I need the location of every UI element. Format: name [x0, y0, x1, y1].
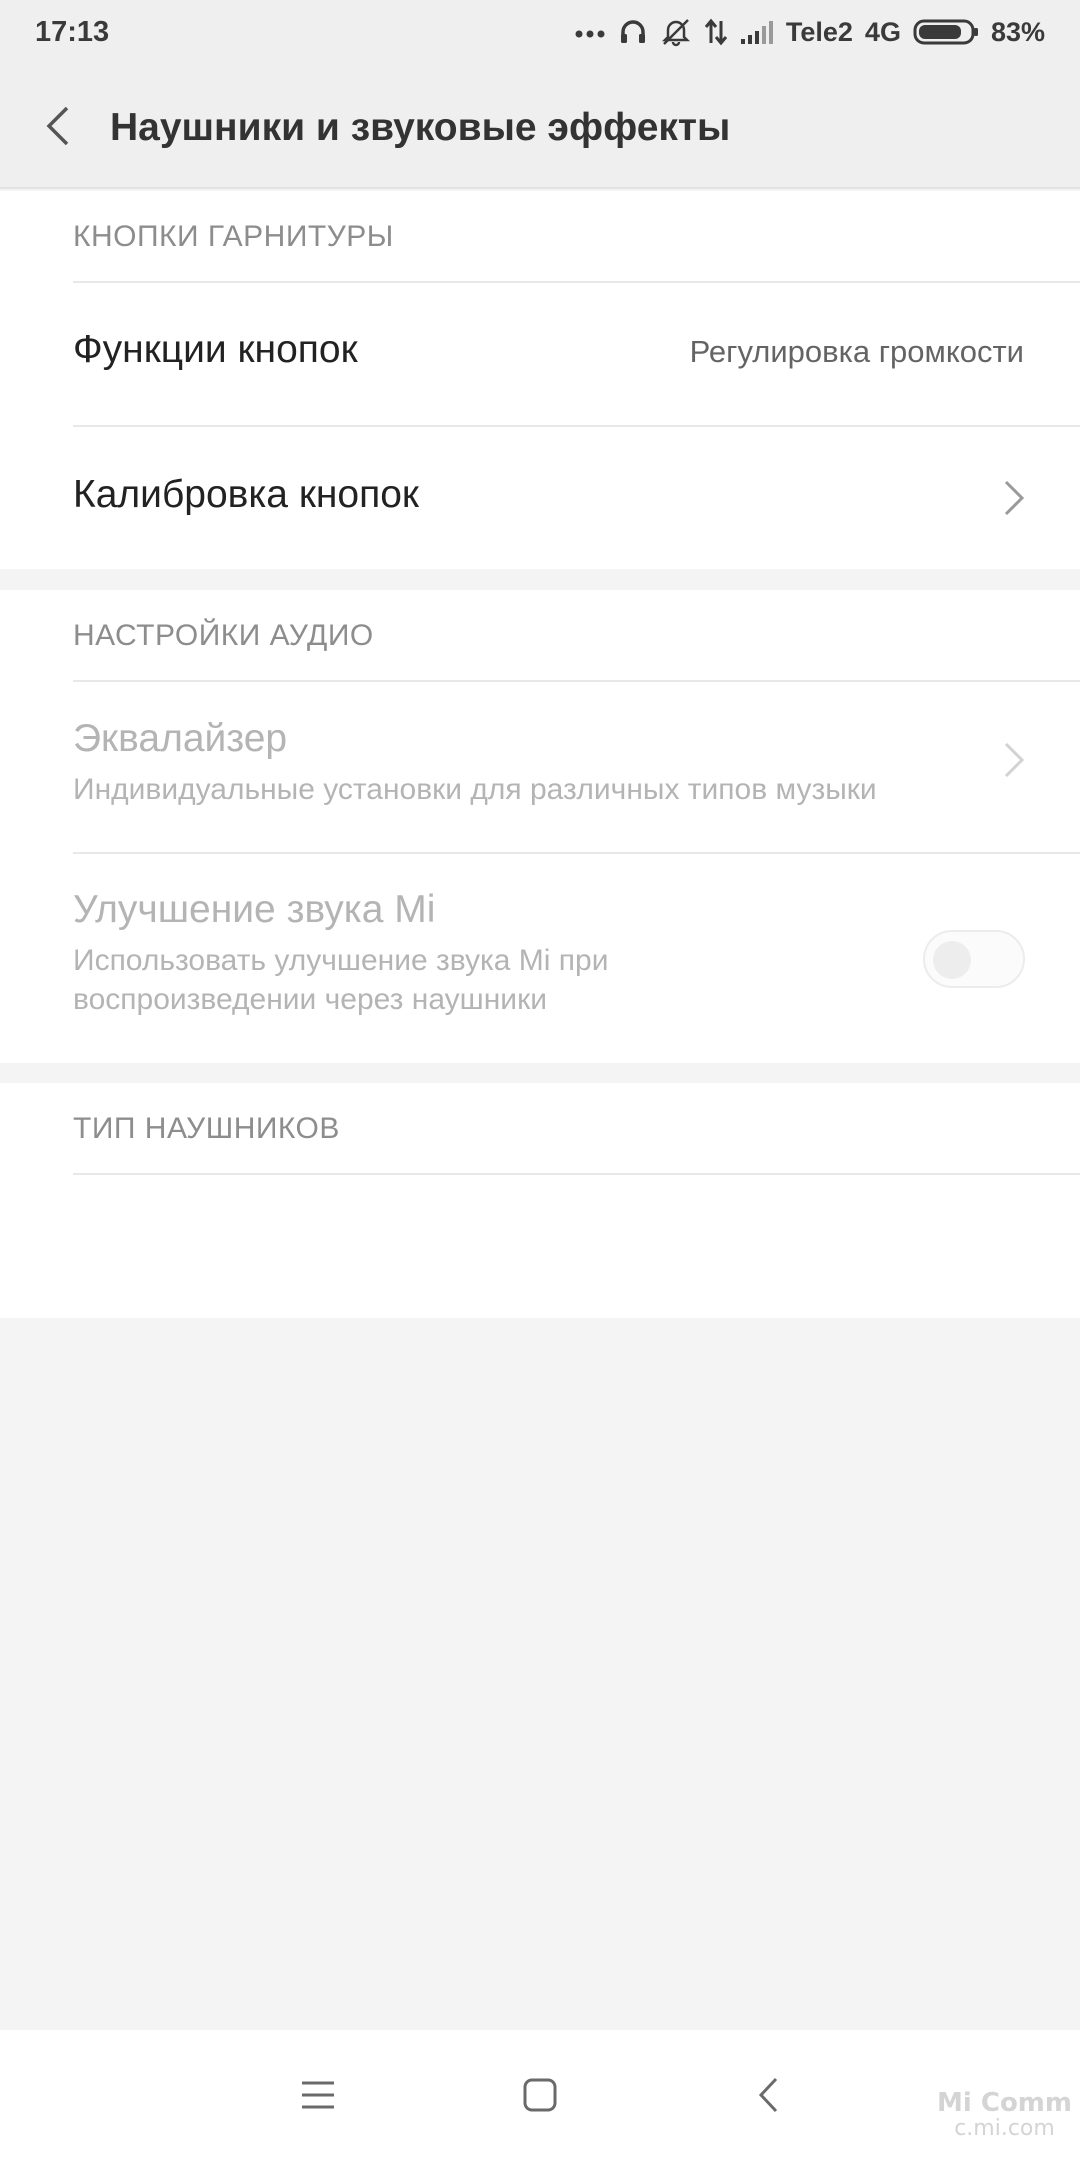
- menu-button[interactable]: [288, 2065, 348, 2125]
- equalizer-row[interactable]: Эквалайзер Индивидуальные установки для …: [0, 682, 1080, 842]
- status-icons: Tele2 4G 83%: [574, 12, 1045, 52]
- app-header: Наушники и звуковые эффекты: [0, 66, 1080, 189]
- section-audio-settings: НАСТРОЙКИ АУДИО Эквалайзер Индивидуальны…: [0, 590, 1080, 1063]
- button-calibration-row[interactable]: Калибровка кнопок: [0, 427, 1080, 569]
- watermark: Mi Comm c.mi.com: [937, 2090, 1072, 2142]
- section-header-audio-settings: НАСТРОЙКИ АУДИО: [73, 619, 374, 652]
- watermark-line2: c.mi.com: [954, 2116, 1055, 2141]
- muted-bell-icon: [660, 17, 692, 47]
- network-label: 4G: [864, 16, 901, 47]
- section-header-headset-buttons: КНОПКИ ГАРНИТУРЫ: [73, 220, 394, 253]
- button-calibration-title: Калибровка кнопок: [73, 473, 419, 516]
- back-button[interactable]: [30, 98, 86, 154]
- mi-sound-subtitle-line2: воспроизведении через наушники: [73, 983, 547, 1016]
- chevron-right-icon: [1004, 480, 1025, 516]
- equalizer-title: Эквалайзер: [73, 717, 288, 760]
- section-headset-buttons: КНОПКИ ГАРНИТУРЫ Функции кнопок Регулиро…: [0, 191, 1080, 569]
- toggle-knob: [933, 941, 971, 979]
- divider: [73, 1173, 1080, 1175]
- chevron-left-icon: [46, 106, 69, 146]
- button-functions-title: Функции кнопок: [73, 328, 358, 371]
- status-time: 17:13: [35, 16, 110, 48]
- mi-sound-toggle[interactable]: [923, 930, 1025, 988]
- nav-back-button[interactable]: [738, 2065, 798, 2125]
- battery-icon: [913, 18, 979, 46]
- more-dots-icon: [574, 26, 606, 38]
- section-header-headphone-type: ТИП НАУШНИКОВ: [73, 1112, 340, 1145]
- page-title: Наушники и звуковые эффекты: [110, 106, 731, 149]
- signal-icon: [740, 19, 774, 45]
- menu-icon: [302, 2081, 334, 2109]
- carrier-label: Tele2: [785, 16, 853, 47]
- chevron-right-icon: [1004, 742, 1025, 778]
- home-icon: [523, 2078, 557, 2112]
- button-functions-value: Регулировка громкости: [689, 334, 1024, 369]
- data-arrows-icon: [704, 17, 728, 47]
- status-bar: 17:13 Tele2 4G 83%: [0, 0, 1080, 66]
- equalizer-subtitle: Индивидуальные установки для различных т…: [73, 773, 877, 806]
- back-icon: [758, 2077, 778, 2113]
- mi-sound-title: Улучшение звука Mi: [73, 888, 436, 931]
- battery-percent: 83%: [990, 16, 1045, 47]
- section-headphone-type: ТИП НАУШНИКОВ: [0, 1083, 1080, 1318]
- mi-sound-subtitle-line1: Использовать улучшение звука Mi при: [73, 944, 609, 977]
- watermark-line1: Mi Comm: [937, 2088, 1072, 2118]
- navigation-bar: [0, 2030, 1080, 2160]
- button-functions-row[interactable]: Функции кнопок Регулировка громкости: [0, 283, 1080, 425]
- home-button[interactable]: [510, 2065, 570, 2125]
- mi-sound-row[interactable]: Улучшение звука Mi Использовать улучшени…: [0, 854, 1080, 1063]
- headphones-icon: [618, 17, 648, 47]
